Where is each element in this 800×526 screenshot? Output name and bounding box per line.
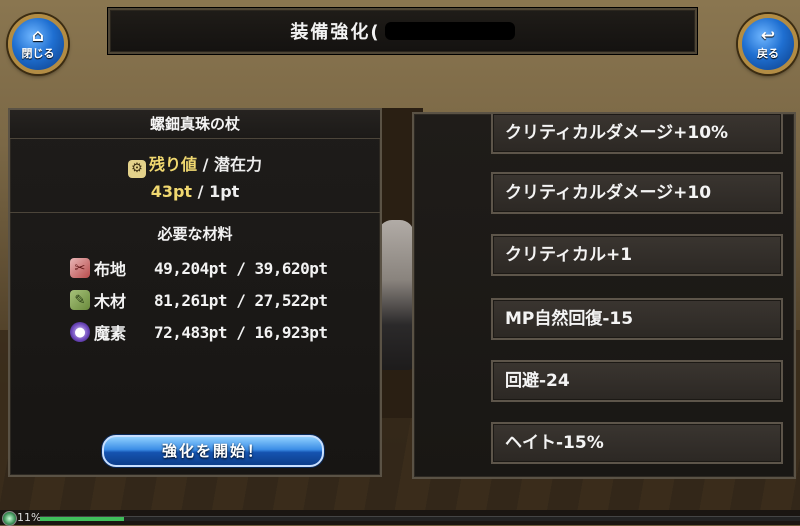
item-name: 螺鈿真珠の杖 <box>10 110 380 139</box>
cloth-icon: ✂ <box>70 258 90 278</box>
return-arrow-icon: ↩ <box>760 26 776 46</box>
material-row-magic: ● 魔素 72,483pt / 16,923pt <box>10 316 380 348</box>
screen-title: 装備強化( <box>290 22 381 43</box>
material-name: 魔素 <box>94 324 127 343</box>
magic-orb-icon: ● <box>70 322 90 342</box>
status-orb-icon <box>2 511 17 526</box>
material-name: 布地 <box>94 260 127 279</box>
options-panel: クリティカルダメージ+10% クリティカルダメージ+10 クリティカル+1 MP… <box>412 112 796 479</box>
player-character <box>378 220 414 370</box>
wood-icon: ✎ <box>70 290 90 310</box>
potential-label: 潜在力 <box>214 155 263 174</box>
divider <box>10 212 380 213</box>
back-button-label: 戻る <box>757 47 779 60</box>
material-row-wood: ✎ 木材 81,261pt / 27,522pt <box>10 284 380 316</box>
gear-icon: ⚙ <box>127 160 146 178</box>
option-item[interactable]: クリティカル+1 <box>491 234 783 276</box>
stat-values-row: 43pt / 1pt <box>10 182 380 201</box>
option-item[interactable]: 回避-24 <box>491 360 783 402</box>
back-button[interactable]: ↩ 戻る <box>738 14 798 74</box>
stat-value-separator: / <box>197 182 204 201</box>
close-button[interactable]: ⌂ 閉じる <box>8 14 68 74</box>
remain-value: 43pt <box>150 182 193 201</box>
material-value: 72,483pt / 16,923pt <box>154 322 328 342</box>
progress-bar <box>40 516 800 521</box>
potential-value: 1pt <box>209 182 240 201</box>
option-item[interactable]: クリティカルダメージ+10 <box>491 172 783 214</box>
material-value: 49,204pt / 39,620pt <box>154 258 328 278</box>
progress-percent: 11% <box>17 511 42 524</box>
material-value: 81,261pt / 27,522pt <box>154 290 328 310</box>
home-icon: ⌂ <box>31 26 45 46</box>
option-item[interactable]: ヘイト-15% <box>491 422 783 464</box>
close-button-label: 閉じる <box>21 47 55 60</box>
material-row-cloth: ✂ 布地 49,204pt / 39,620pt <box>10 252 380 284</box>
item-info-panel: 螺鈿真珠の杖 ⚙ 残り値 / 潜在力 43pt / 1pt 必要な材料 ✂ 布地 … <box>8 108 382 477</box>
stat-labels-row: ⚙ 残り値 / 潜在力 <box>10 151 380 178</box>
stat-separator: / <box>202 155 209 174</box>
option-item[interactable]: MP自然回復-15 <box>491 298 783 340</box>
materials-header: 必要な材料 <box>157 225 233 243</box>
start-enhance-button[interactable]: 強化を開始！ <box>102 435 324 467</box>
redacted-name <box>384 22 515 40</box>
material-name: 木材 <box>94 292 127 311</box>
option-item[interactable]: クリティカルダメージ+10% <box>491 114 783 154</box>
progress-bar-fill <box>40 517 124 521</box>
title-bar: 装備強化( <box>108 8 697 54</box>
remain-label: 残り値 <box>148 155 197 174</box>
